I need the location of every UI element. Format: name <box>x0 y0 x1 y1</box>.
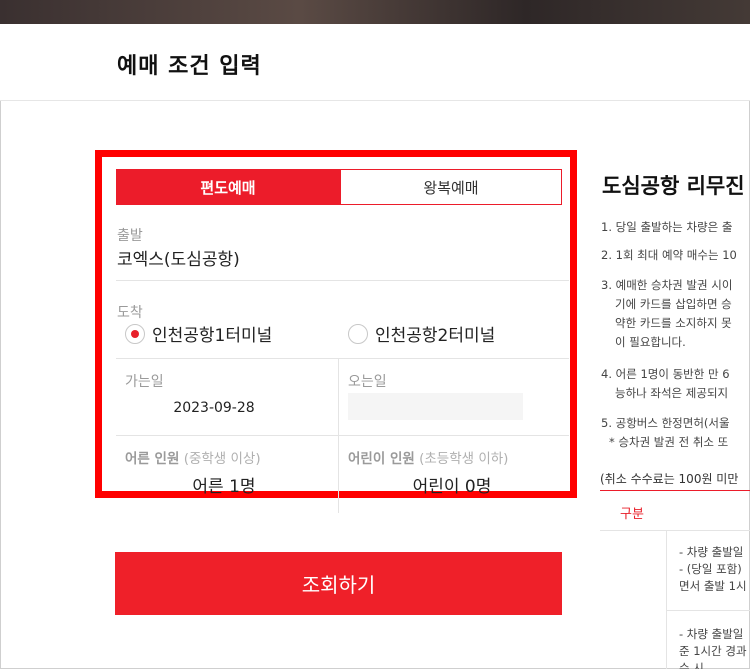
divider <box>116 358 569 359</box>
child-count-label: 어린이 인원 (초등학생 이하) <box>348 447 508 467</box>
table-divider <box>666 610 750 611</box>
tab-one-way[interactable]: 편도예매 <box>116 169 340 205</box>
notice-item-3: 3. 예매한 승차권 발권 시이 기에 카드를 삽입하면 승 약한 카드를 소지… <box>601 276 750 352</box>
notice-line: 1. 당일 출발하는 차량은 출 <box>601 220 733 234</box>
notice-item-1: 1. 당일 출발하는 차량은 출 <box>601 218 750 237</box>
cancellation-fee-note: (취소 수수료는 100원 미만 <box>600 470 750 491</box>
notice-item-2: 2. 1회 최대 예약 매수는 10 <box>601 246 750 265</box>
return-date-label: 오는일 <box>348 374 387 390</box>
trip-type-tabs: 편도예매 왕복예매 <box>116 169 569 207</box>
adult-count-subtitle: (중학생 이상) <box>183 451 261 467</box>
table-row-2: - 차량 출발일 준 1시간 경과 수 시 <box>679 626 750 669</box>
hero-banner-image <box>0 0 750 24</box>
notice-line: 이 필요합니다. <box>615 335 686 349</box>
go-date-value[interactable]: 2023-09-28 <box>114 400 314 416</box>
return-date-field[interactable] <box>348 393 523 420</box>
go-date-label: 가는일 <box>125 374 164 390</box>
notice-line: 약한 카드를 소지하지 못 <box>615 316 732 330</box>
table-row-1: - 차량 출발일 - (당일 포함) 면서 출발 1시 <box>679 544 750 595</box>
adult-count-label: 어른 인원 (중학생 이상) <box>125 447 261 467</box>
notice-line: 기에 카드를 삽입하면 승 <box>615 297 732 311</box>
table-cell-line: 준 1시간 경과 <box>679 644 747 658</box>
table-cell-line: - 차량 출발일 <box>679 545 744 559</box>
table-cell-line: 면서 출발 1시 <box>679 579 747 593</box>
child-count-value[interactable]: 어린이 0명 <box>352 472 552 497</box>
table-cell-line: - 차량 출발일 <box>679 627 744 641</box>
table-divider <box>600 530 750 531</box>
arrival-option-t2-label: 인천공항2터미널 <box>375 326 496 346</box>
table-cell-line: - (당일 포함) <box>679 562 742 576</box>
arrival-label: 도착 <box>117 305 143 321</box>
child-count-subtitle: (초등학생 이하) <box>419 451 509 467</box>
table-column-divider <box>666 530 667 669</box>
arrival-option-t2[interactable]: 인천공항2터미널 <box>348 321 495 346</box>
booking-form: 편도예매 왕복예매 출발 코엑스(도심공항) 도착 인천공항1터미널 인천공항2… <box>95 150 577 513</box>
page-header: 예매 조건 입력 <box>0 24 750 101</box>
page-title: 예매 조건 입력 <box>117 54 262 79</box>
divider <box>116 435 569 436</box>
notice-line: 4. 어른 1명이 동반한 만 6 <box>601 367 730 381</box>
arrival-option-t1[interactable]: 인천공항1터미널 <box>125 321 272 346</box>
radio-selected-icon <box>125 323 145 344</box>
table-header-category: 구분 <box>620 507 644 522</box>
divider <box>116 280 569 281</box>
notice-line: 능하나 좌석은 제공되지 <box>615 386 729 400</box>
notice-item-5: 5. 공항버스 한정면허(서울 * 승차권 발권 전 취소 또 <box>601 414 750 452</box>
departure-label: 출발 <box>117 228 143 244</box>
notice-item-4: 4. 어른 1명이 동반한 만 6 능하나 좌석은 제공되지 <box>601 365 750 403</box>
adult-count-value[interactable]: 어른 1명 <box>124 472 324 497</box>
radio-unselected-icon <box>348 323 368 344</box>
departure-value[interactable]: 코엑스(도심공항) <box>117 245 240 270</box>
notice-line: * 승차권 발권 전 취소 또 <box>609 435 729 449</box>
adult-count-title: 어른 인원 <box>125 451 180 467</box>
search-button[interactable]: 조회하기 <box>115 552 562 615</box>
notice-title: 도심공항 리무진 <box>602 174 745 198</box>
notice-line: 5. 공항버스 한정면허(서울 <box>601 416 730 430</box>
child-count-title: 어린이 인원 <box>348 451 415 467</box>
notice-line: 3. 예매한 승차권 발권 시이 <box>601 278 733 292</box>
arrival-option-t1-label: 인천공항1터미널 <box>152 326 273 346</box>
tab-round-trip[interactable]: 왕복예매 <box>340 169 562 205</box>
table-cell-line: 수 시 <box>679 661 704 669</box>
notice-line: 2. 1회 최대 예약 매수는 10 <box>601 248 737 262</box>
